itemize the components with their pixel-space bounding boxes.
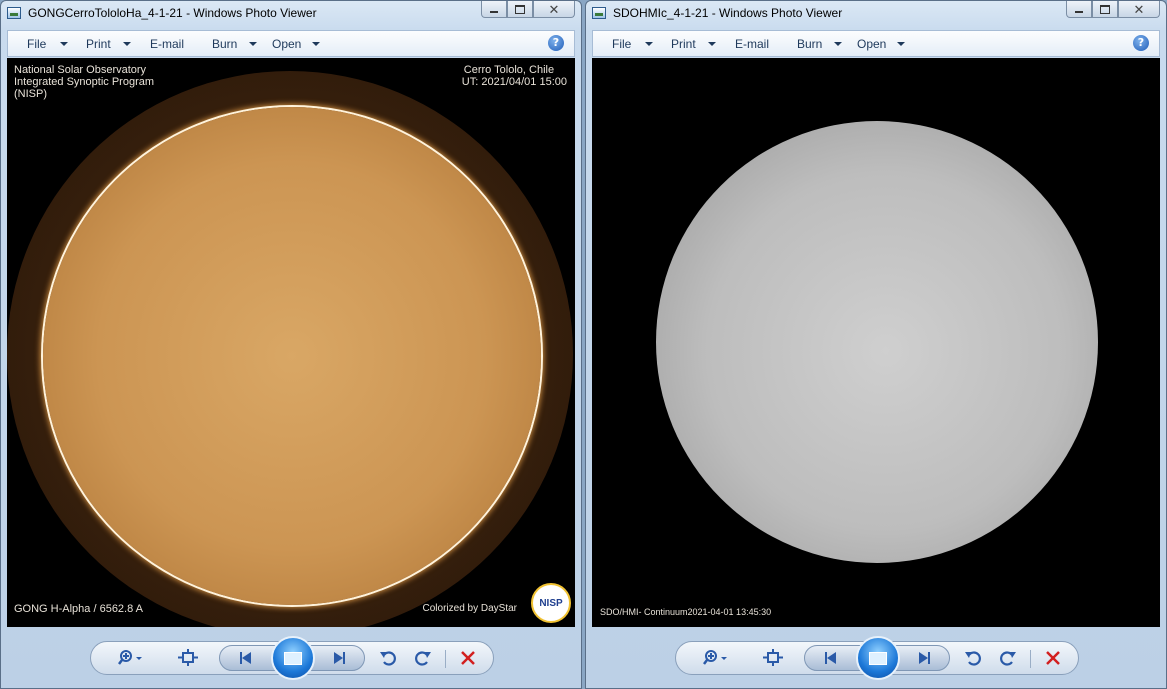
close-icon: ✕ bbox=[1133, 1, 1145, 17]
solar-disk-continuum bbox=[656, 121, 1098, 563]
chevron-down-icon[interactable] bbox=[123, 42, 131, 46]
menu-file[interactable]: File bbox=[27, 37, 46, 51]
maximize-button[interactable] bbox=[507, 1, 533, 18]
nisp-logo: NISP bbox=[531, 583, 571, 623]
slideshow-icon bbox=[284, 651, 302, 665]
chevron-down-icon[interactable] bbox=[897, 42, 905, 46]
nisp-logo-text: NISP bbox=[539, 597, 563, 609]
chevron-down-icon[interactable] bbox=[249, 42, 257, 46]
image-viewport[interactable]: SDO/HMI- Continuum2021-04-01 13:45:30 bbox=[592, 58, 1160, 627]
zoom-icon[interactable] bbox=[117, 649, 147, 667]
title-bar[interactable]: SDOHMIc_4-1-21 - Windows Photo Viewer ✕ bbox=[586, 1, 1166, 27]
menu-file[interactable]: File bbox=[612, 37, 631, 51]
title-bar[interactable]: GONGCerroTololoHa_4-1-21 - Windows Photo… bbox=[1, 1, 581, 27]
observatory-line-2: Integrated Synoptic Program bbox=[14, 76, 155, 88]
chevron-down-icon[interactable] bbox=[708, 42, 716, 46]
observatory-line-1: National Solar Observatory bbox=[14, 64, 147, 76]
solar-disk-h-alpha bbox=[43, 107, 541, 605]
chevron-down-icon[interactable] bbox=[60, 42, 68, 46]
menu-email[interactable]: E-mail bbox=[735, 37, 769, 51]
photo-viewer-app-icon bbox=[7, 7, 21, 19]
delete-icon[interactable] bbox=[457, 649, 479, 667]
actual-size-icon[interactable] bbox=[762, 649, 784, 667]
minimize-icon bbox=[490, 11, 498, 13]
zoom-icon[interactable] bbox=[702, 649, 732, 667]
photo-viewer-window-left[interactable]: GONGCerroTololoHa_4-1-21 - Windows Photo… bbox=[0, 0, 582, 689]
help-icon[interactable]: ? bbox=[1133, 35, 1149, 51]
rotate-counterclockwise-icon[interactable] bbox=[963, 649, 985, 667]
menu-email[interactable]: E-mail bbox=[150, 37, 184, 51]
next-icon[interactable] bbox=[913, 649, 935, 667]
maximize-icon bbox=[1100, 4, 1110, 14]
chevron-down-icon[interactable] bbox=[312, 42, 320, 46]
photo-viewer-window-right[interactable]: SDOHMIc_4-1-21 - Windows Photo Viewer ✕ … bbox=[585, 0, 1167, 689]
menu-bar: File Print E-mail Burn Open ? bbox=[7, 30, 575, 57]
observatory-line-3: (NISP) bbox=[14, 88, 47, 100]
minimize-button[interactable] bbox=[481, 1, 507, 18]
instrument-label: GONG H-Alpha / 6562.8 A bbox=[14, 603, 144, 615]
image-viewport[interactable]: National Solar Observatory Integrated Sy… bbox=[7, 58, 575, 627]
maximize-icon bbox=[515, 4, 525, 14]
location-line-1: Cerro Tololo, Chile bbox=[463, 64, 555, 76]
colorized-credit: Colorized by DayStar bbox=[422, 603, 517, 614]
photo-viewer-app-icon bbox=[592, 7, 606, 19]
timestamp-line: UT: 2021/04/01 15:00 bbox=[461, 76, 567, 88]
slideshow-button[interactable] bbox=[271, 636, 315, 680]
menu-open[interactable]: Open bbox=[272, 37, 301, 51]
close-button[interactable]: ✕ bbox=[533, 1, 575, 18]
delete-icon[interactable] bbox=[1042, 649, 1064, 667]
window-title: GONGCerroTololoHa_4-1-21 - Windows Photo… bbox=[28, 6, 317, 20]
menu-print[interactable]: Print bbox=[671, 37, 696, 51]
slideshow-icon bbox=[869, 651, 887, 665]
menu-open[interactable]: Open bbox=[857, 37, 886, 51]
help-icon[interactable]: ? bbox=[548, 35, 564, 51]
maximize-button[interactable] bbox=[1092, 1, 1118, 18]
chevron-down-icon[interactable] bbox=[645, 42, 653, 46]
window-title: SDOHMIc_4-1-21 - Windows Photo Viewer bbox=[613, 6, 843, 20]
rotate-clockwise-icon[interactable] bbox=[996, 649, 1018, 667]
chevron-down-icon[interactable] bbox=[834, 42, 842, 46]
observatory-label: National Solar Observatory Integrated Sy… bbox=[14, 64, 154, 100]
solar-halo bbox=[7, 71, 573, 627]
close-icon: ✕ bbox=[548, 1, 560, 17]
navigation-bar bbox=[90, 636, 494, 680]
menu-bar: File Print E-mail Burn Open ? bbox=[592, 30, 1160, 57]
slideshow-button[interactable] bbox=[856, 636, 900, 680]
minimize-button[interactable] bbox=[1066, 1, 1092, 18]
rotate-clockwise-icon[interactable] bbox=[411, 649, 433, 667]
rotate-counterclockwise-icon[interactable] bbox=[378, 649, 400, 667]
minimize-icon bbox=[1075, 11, 1083, 13]
menu-print[interactable]: Print bbox=[86, 37, 111, 51]
navigation-bar bbox=[675, 636, 1079, 680]
menu-burn[interactable]: Burn bbox=[212, 37, 237, 51]
previous-icon[interactable] bbox=[819, 649, 841, 667]
actual-size-icon[interactable] bbox=[177, 649, 199, 667]
location-label: Cerro Tololo, Chile UT: 2021/04/01 15:00 bbox=[462, 64, 567, 88]
next-icon[interactable] bbox=[328, 649, 350, 667]
close-button[interactable]: ✕ bbox=[1118, 1, 1160, 18]
sdo-caption: SDO/HMI- Continuum2021-04-01 13:45:30 bbox=[600, 607, 772, 617]
menu-burn[interactable]: Burn bbox=[797, 37, 822, 51]
previous-icon[interactable] bbox=[234, 649, 256, 667]
